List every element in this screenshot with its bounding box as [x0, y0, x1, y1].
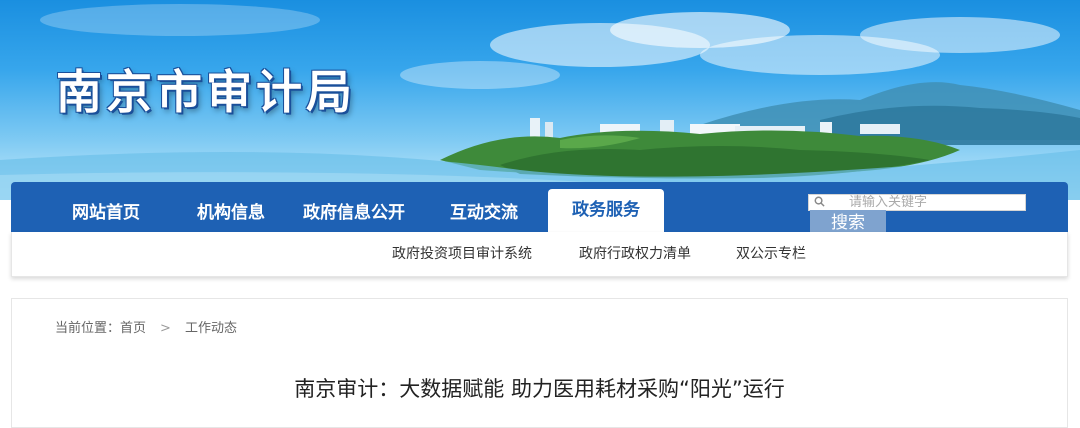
- header-banner: 南京市审计局: [0, 0, 1080, 200]
- nav-item-gov-services[interactable]: 政务服务: [548, 189, 664, 232]
- breadcrumb-current-link[interactable]: 工作动态: [185, 317, 237, 336]
- subnav-item-investment-audit[interactable]: 政府投资项目审计系统: [392, 232, 532, 277]
- article-title: 南京审计：大数据赋能 助力医用耗材采购“阳光”运行: [294, 377, 785, 401]
- subnav-item-power-list[interactable]: 政府行政权力清单: [579, 232, 691, 277]
- search-button[interactable]: 搜索: [810, 210, 886, 232]
- nav-item-home[interactable]: 网站首页: [51, 182, 161, 232]
- nav-item-interaction[interactable]: 互动交流: [429, 182, 539, 232]
- nav-item-gov-info-disclosure[interactable]: 政府信息公开: [289, 182, 419, 232]
- search-icon: [814, 196, 825, 207]
- content-panel: 当前位置：首页 > 工作动态 南京审计：大数据赋能 助力医用耗材采购“阳光”运行: [11, 298, 1068, 428]
- search-input[interactable]: [849, 194, 1019, 210]
- main-nav: 网站首页 机构信息 政府信息公开 互动交流 政务服务 搜索: [11, 182, 1068, 232]
- subnav-item-double-publicity[interactable]: 双公示专栏: [736, 232, 806, 277]
- breadcrumb: 当前位置：首页 > 工作动态: [55, 317, 237, 336]
- breadcrumb-home-link[interactable]: 首页: [120, 317, 146, 336]
- breadcrumb-separator: >: [160, 321, 171, 336]
- search-box: [808, 194, 1026, 211]
- site-title: 南京市审计局: [56, 65, 356, 119]
- nav-item-org-info[interactable]: 机构信息: [176, 182, 286, 232]
- sub-nav: 政府投资项目审计系统 政府行政权力清单 双公示专栏: [11, 232, 1068, 277]
- breadcrumb-prefix: 当前位置：: [55, 321, 121, 336]
